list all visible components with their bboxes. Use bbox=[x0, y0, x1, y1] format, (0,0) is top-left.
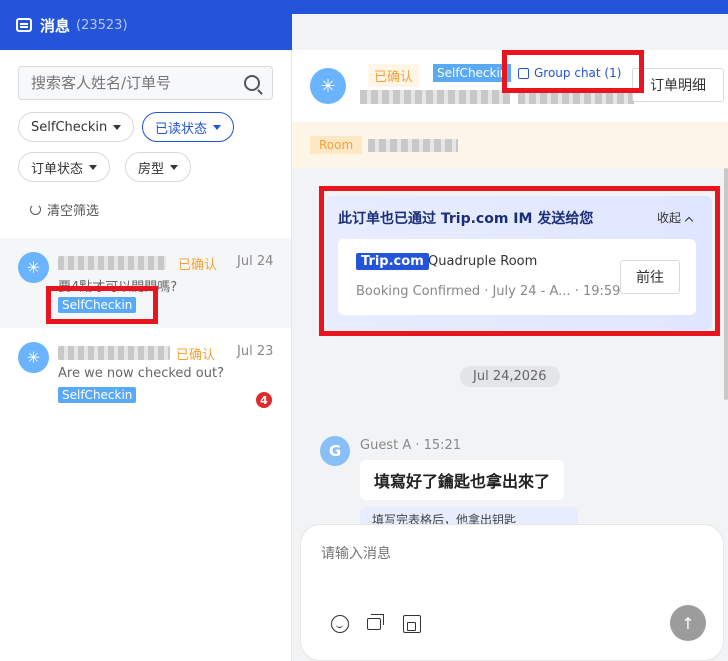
search-input[interactable] bbox=[31, 74, 241, 92]
caret-down-icon bbox=[113, 124, 122, 130]
guest-avatar: G bbox=[320, 436, 350, 466]
emoji-icon[interactable] bbox=[331, 615, 349, 633]
order-status: 已确认 bbox=[368, 64, 420, 87]
unread-badge: 4 bbox=[256, 392, 272, 408]
message-sender: Guest A · 15:21 bbox=[360, 438, 462, 453]
guest-name-redacted bbox=[58, 346, 170, 360]
date-separator: Jul 24,2026 bbox=[460, 366, 560, 387]
image-icon[interactable] bbox=[403, 615, 421, 633]
card-icon[interactable] bbox=[367, 614, 384, 630]
message-preview: Are we now checked out? bbox=[58, 366, 224, 381]
filter-selfcheckin[interactable]: SelfCheckin bbox=[18, 112, 135, 142]
search-icon[interactable] bbox=[244, 75, 260, 91]
highlight-box bbox=[319, 186, 720, 336]
clear-filters-button[interactable]: 清空筛选 bbox=[30, 200, 99, 219]
message-bubble: 填寫好了鑰匙也拿出來了 bbox=[360, 460, 565, 500]
filter-read-status[interactable]: 已读状态 bbox=[142, 112, 235, 142]
filter-selfcheckin-label: SelfCheckin bbox=[31, 119, 108, 135]
guest-name-redacted bbox=[58, 256, 166, 270]
conversation-item[interactable]: ✳ 已确认 Jul 23 Are we now checked out? Sel… bbox=[0, 328, 291, 418]
caret-down-icon bbox=[170, 164, 179, 170]
selfcheckin-tag: SelfCheckin bbox=[58, 387, 137, 403]
room-bar: Room bbox=[292, 122, 728, 168]
filter-order-status[interactable]: 订单状态 bbox=[18, 152, 111, 182]
hotel-avatar: ✳ bbox=[18, 342, 49, 373]
filter-read-status-label: 已读状态 bbox=[155, 121, 208, 137]
title-bar: 消息 (23523) 译A ⤢ — ✕ bbox=[0, 0, 728, 625]
message-composer: ↑ bbox=[300, 524, 724, 661]
message-count: (23523) bbox=[76, 17, 128, 33]
conversation-panel: SelfCheckin 已读状态 订单状态 房型 清空筛选 ✳ 已确认 Jul … bbox=[0, 50, 292, 661]
order-status: 已确认 bbox=[178, 258, 218, 273]
guest-info-redacted bbox=[360, 90, 510, 104]
message-icon bbox=[16, 18, 32, 32]
conversation-date: Jul 24 bbox=[237, 254, 274, 269]
reset-icon bbox=[30, 204, 41, 215]
hotel-avatar: ✳ bbox=[310, 68, 346, 104]
caret-down-icon bbox=[213, 124, 222, 130]
filter-room-type-label: 房型 bbox=[138, 161, 165, 177]
order-status: 已确认 bbox=[176, 348, 216, 363]
window-title: 消息 bbox=[40, 16, 71, 35]
clear-filters-label: 清空筛选 bbox=[47, 204, 100, 219]
highlight-box bbox=[502, 50, 644, 93]
selfcheckin-tag: SelfCheckin bbox=[433, 64, 511, 82]
room-info-redacted bbox=[368, 139, 458, 152]
filter-order-status-label: 订单状态 bbox=[31, 161, 84, 177]
conversation-date: Jul 23 bbox=[237, 344, 274, 359]
chat-panel: ✳ 已确认 SelfCheckin Group chat (1) 订单明细 Ro… bbox=[292, 50, 728, 661]
search-box[interactable] bbox=[18, 66, 273, 100]
order-detail-button[interactable]: 订单明细 bbox=[632, 68, 724, 102]
hotel-avatar: ✳ bbox=[18, 252, 49, 283]
caret-down-icon bbox=[89, 164, 98, 170]
scrollbar[interactable] bbox=[724, 168, 728, 400]
highlight-box bbox=[46, 286, 158, 324]
filter-room-type[interactable]: 房型 bbox=[125, 152, 192, 182]
message-translation: 填写完表格后，他拿出钥匙 bbox=[360, 507, 578, 525]
send-button[interactable]: ↑ bbox=[670, 605, 706, 641]
message-input[interactable] bbox=[321, 543, 701, 583]
room-tag: Room bbox=[310, 136, 363, 154]
